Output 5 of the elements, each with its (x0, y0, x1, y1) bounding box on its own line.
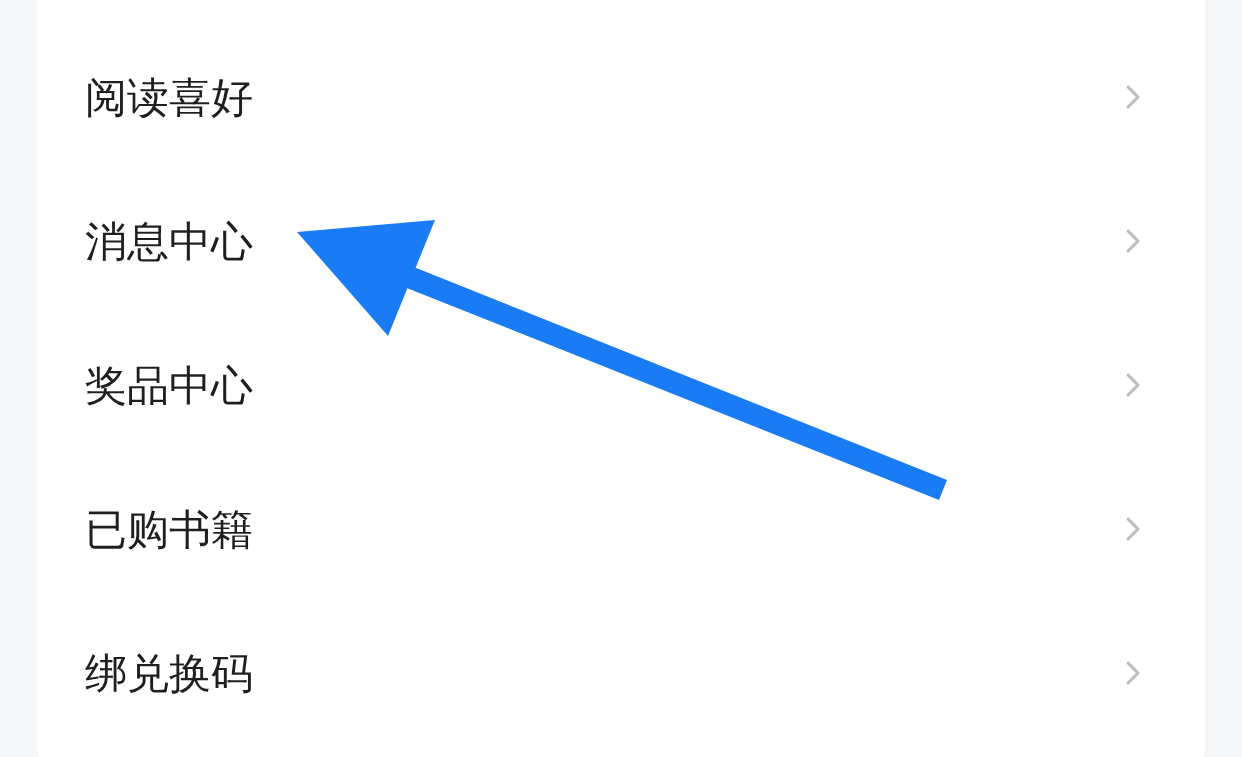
menu-item[interactable]: 奖品中心 (37, 313, 1205, 457)
menu-item[interactable]: 消息中心 (37, 169, 1205, 313)
menu-item[interactable]: 绑兑换码 (37, 601, 1205, 745)
menu-item[interactable]: 阅读喜好 (37, 25, 1205, 169)
menu-item[interactable]: 已购书籍 (37, 457, 1205, 601)
